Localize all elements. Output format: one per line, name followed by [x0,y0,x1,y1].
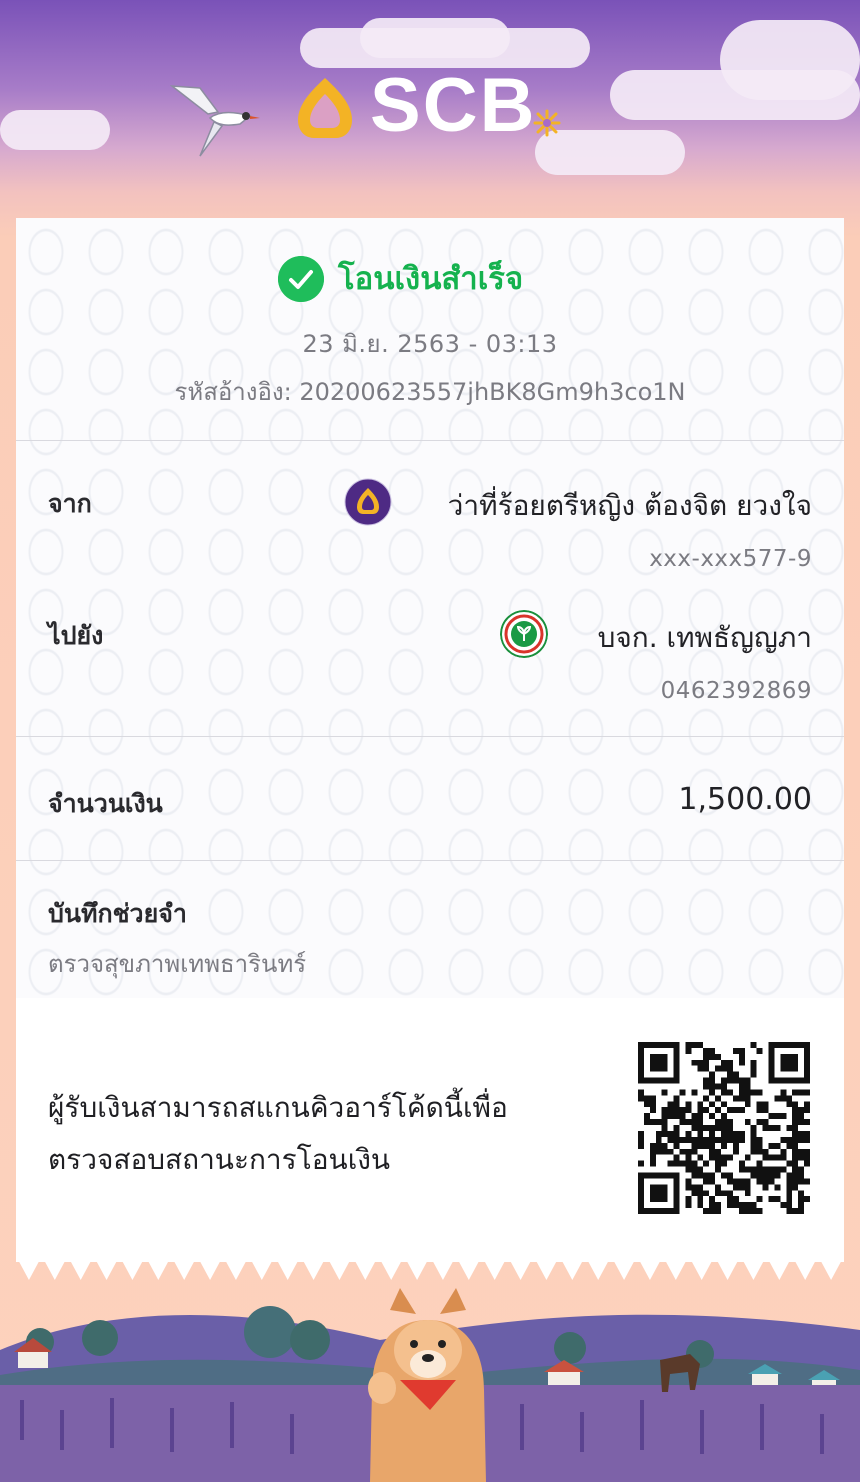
reference-number: รหัสอ้างอิง: 20200623557jhBK8Gm9h3co1N [174,378,686,406]
divider [16,736,844,737]
kbank-icon [500,610,548,658]
shiba-dog-illustration [368,1288,486,1482]
qr-instruction-line: ผู้รับเงินสามารถสแกนคิวอาร์โค้ดนี้เพื่อ [48,1091,508,1124]
memo-value: ตรวจสุขภาพเทพธารินทร์ [48,950,307,978]
amount-label: จำนวนเงิน [48,789,163,818]
from-label: จาก [48,489,92,518]
divider [16,440,844,441]
divider [16,860,844,861]
status-text: โอนเงินสำเร็จ [338,261,524,297]
scb-bank-icon [344,478,392,526]
qr-instruction-line: ตรวจสอบสถานะการโอนเงิน [48,1143,391,1176]
brand-logo-text: SCB [370,63,537,148]
cloud [720,20,860,100]
transfer-status: โอนเงินสำเร็จ [16,256,844,306]
cloud [0,110,110,150]
recipient-account: 0462392869 [660,678,812,704]
sender-name: ว่าที่ร้อยตรีหญิง ต้องจิต ยวงใจ [447,489,812,522]
sparkle-icon [533,109,561,137]
receipt-card: โอนเงินสำเร็จ 23 มิ.ย. 2563 - 03:13 รหัส… [16,218,844,1262]
recipient-name: บจก. เทพธัญญภา [597,621,812,654]
lavender-field-illustration [0,1288,860,1482]
header-banner: SCB [0,0,860,220]
transfer-datetime: 23 มิ.ย. 2563 - 03:13 [302,330,558,358]
to-label: ไปยัง [48,621,104,650]
memo-label: บันทึกช่วยจำ [48,899,187,928]
bird-illustration [170,85,260,157]
check-circle-icon [278,256,324,302]
qr-code[interactable] [638,1042,810,1214]
sender-account: xxx-xxx577-9 [649,546,812,572]
amount-value: 1,500.00 [678,782,812,817]
scb-logo-icon [298,78,352,138]
cloud [360,18,510,58]
qr-instruction: ผู้รับเงินสามารถสแกนคิวอาร์โค้ดนี้เพื่อ … [48,1082,568,1186]
